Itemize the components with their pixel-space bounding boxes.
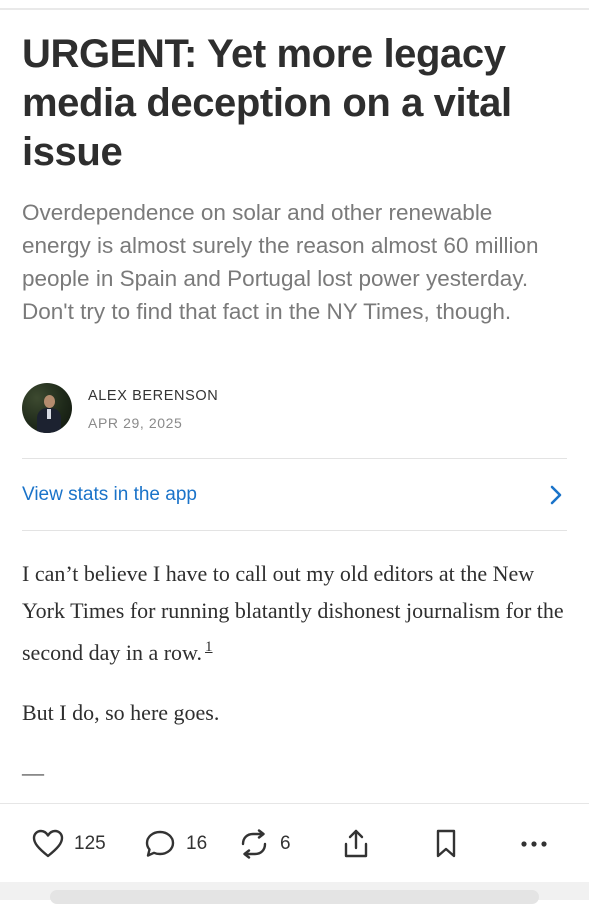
view-stats-label[interactable]: View stats in the app <box>22 484 197 506</box>
byline: ALEX BERENSON APR 29, 2025 <box>22 383 422 435</box>
chevron-right-icon[interactable] <box>547 484 565 506</box>
divider <box>22 458 567 459</box>
post-subtitle: Overdependence on solar and other renewa… <box>22 200 539 324</box>
view-stats-link[interactable]: View stats in the app <box>22 470 567 520</box>
bookmark-icon <box>436 829 456 858</box>
like-button[interactable]: 125 <box>32 826 106 862</box>
comment-count: 16 <box>186 833 208 854</box>
avatar-head <box>44 395 55 408</box>
more-button[interactable] <box>520 826 548 862</box>
more-icon <box>521 841 547 847</box>
actions-divider <box>0 803 589 804</box>
post-date: APR 29, 2025 <box>88 415 183 431</box>
bottom-pill <box>50 890 539 904</box>
bookmark-button[interactable] <box>432 826 460 862</box>
share-button[interactable] <box>340 826 372 862</box>
paragraph-text: I can’t believe I have to call out my ol… <box>22 561 564 665</box>
body-paragraph: I can’t believe I have to call out my ol… <box>22 555 567 671</box>
section-divider: — <box>22 760 44 785</box>
avatar-shirt <box>47 409 51 419</box>
comment-button[interactable]: 16 <box>144 826 207 862</box>
author-name[interactable]: ALEX BERENSON <box>88 388 218 404</box>
restack-count: 6 <box>280 833 291 854</box>
top-divider <box>0 8 589 10</box>
body-paragraph: But I do, so here goes. <box>22 700 220 725</box>
restack-icon <box>241 829 267 859</box>
post-title: URGENT: Yet more legacy media deception … <box>22 32 512 174</box>
restack-button[interactable]: 6 <box>238 826 291 862</box>
comment-icon <box>145 830 175 857</box>
divider <box>22 530 567 531</box>
footnote-link[interactable]: 1 <box>205 639 213 655</box>
action-bar: 125 16 6 <box>0 818 589 870</box>
heart-icon <box>32 829 64 858</box>
author-avatar[interactable] <box>22 383 72 433</box>
like-count: 125 <box>74 833 106 854</box>
share-icon <box>344 829 368 858</box>
